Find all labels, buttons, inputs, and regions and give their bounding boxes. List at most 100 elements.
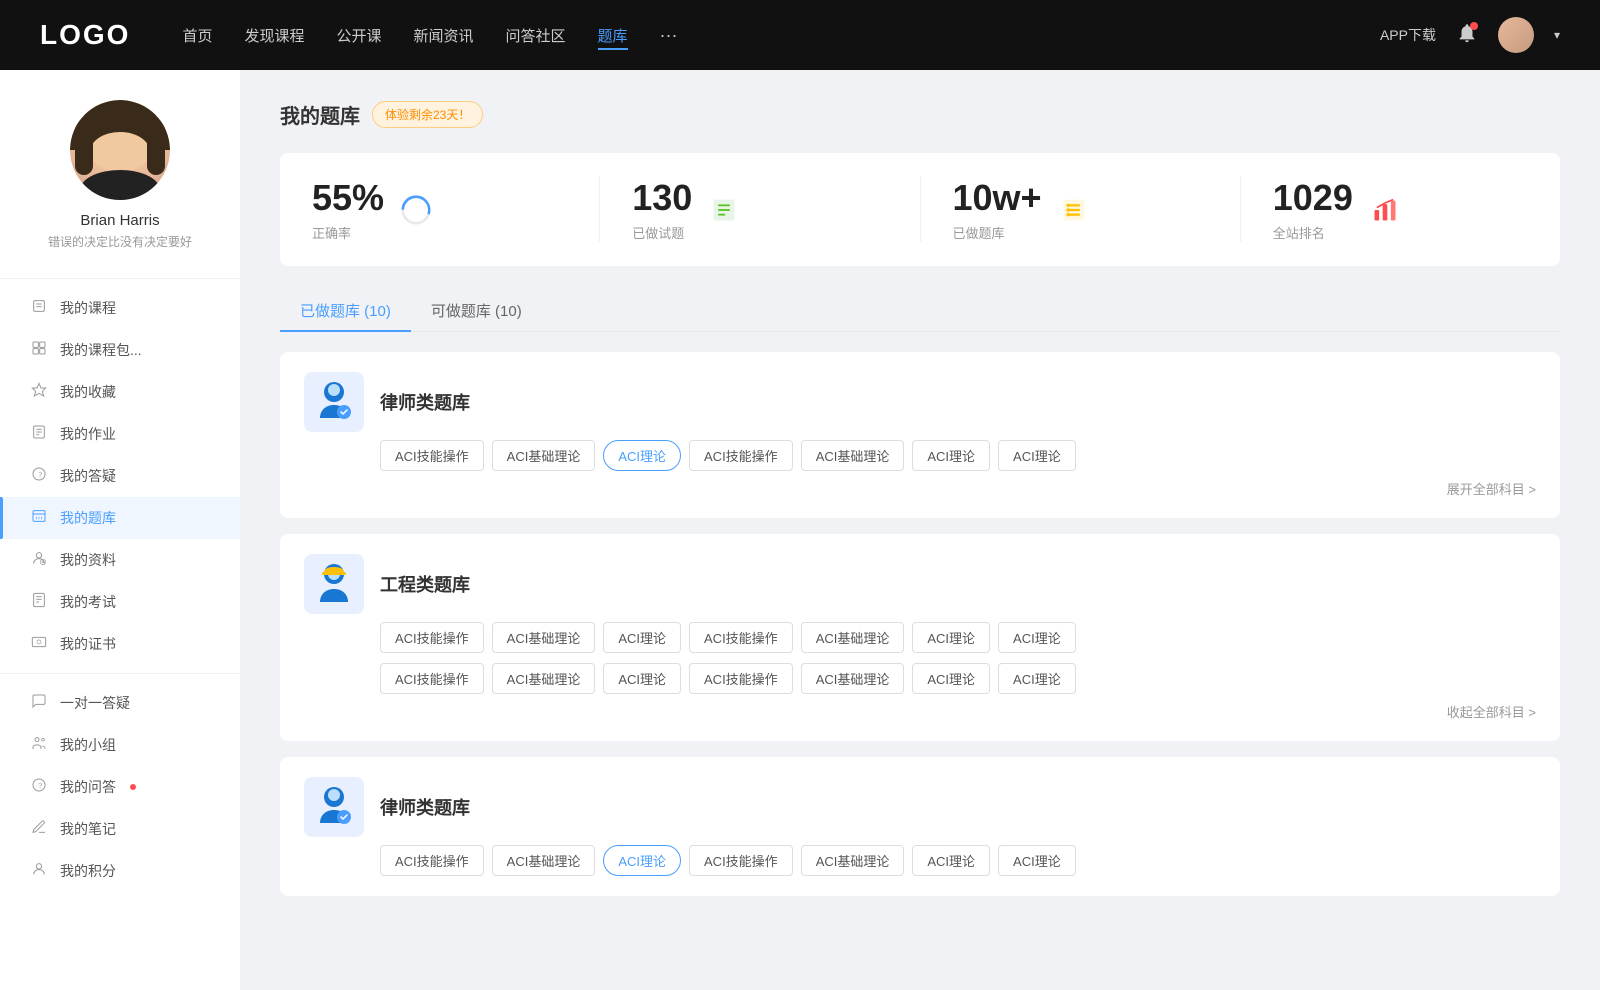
- star-icon: [30, 382, 48, 402]
- sidebar-item-points[interactable]: 我的积分: [0, 850, 240, 892]
- stat-done-banks-number: 10w+: [953, 177, 1042, 219]
- tag-2-1[interactable]: ACI基础理论: [492, 622, 596, 653]
- bank-card-title-3: 律师类题库: [380, 794, 470, 820]
- sidebar-item-notes[interactable]: 我的笔记: [0, 808, 240, 850]
- sidebar-profile: Brian Harris 错误的决定比没有决定要好: [0, 70, 240, 270]
- app-download-button[interactable]: APP下载: [1380, 25, 1436, 45]
- myqa-icon: ?: [30, 777, 48, 797]
- sidebar-label-my-courses: 我的课程: [60, 298, 116, 318]
- sidebar-item-certificate[interactable]: 我的证书: [0, 623, 240, 665]
- lawyer-icon-2: [304, 777, 364, 837]
- sidebar-item-my-courses[interactable]: 我的课程: [0, 287, 240, 329]
- sidebar-item-qa[interactable]: ? 我的答疑: [0, 455, 240, 497]
- tag-1-5[interactable]: ACI理论: [912, 440, 990, 471]
- stat-rank-label: 全站排名: [1273, 223, 1353, 242]
- nav-right: APP下载 ▾: [1380, 17, 1560, 53]
- notification-bell[interactable]: [1456, 22, 1478, 49]
- sidebar-label-myqa: 我的问答: [60, 777, 116, 797]
- exam-icon: [30, 592, 48, 612]
- nav-item-qa[interactable]: 问答社区: [506, 21, 566, 50]
- nav-item-open-course[interactable]: 公开课: [336, 21, 381, 50]
- sidebar-label-favorites: 我的收藏: [60, 382, 116, 402]
- sidebar-item-profile[interactable]: 我的资料: [0, 539, 240, 581]
- tag-3-0[interactable]: ACI技能操作: [380, 845, 484, 876]
- sidebar-label-qa: 我的答疑: [60, 466, 116, 486]
- accuracy-icon: [398, 192, 434, 228]
- nav-item-news[interactable]: 新闻资讯: [414, 21, 474, 50]
- tag-1-3[interactable]: ACI技能操作: [689, 440, 793, 471]
- tag-2-7[interactable]: ACI技能操作: [380, 663, 484, 694]
- notes-icon: [30, 819, 48, 839]
- sidebar-item-bank[interactable]: 我的题库: [0, 497, 240, 539]
- group-icon: [30, 735, 48, 755]
- tag-3-4[interactable]: ACI基础理论: [801, 845, 905, 876]
- sidebar-item-favorites[interactable]: 我的收藏: [0, 371, 240, 413]
- tag-3-5[interactable]: ACI理论: [912, 845, 990, 876]
- page-title: 我的题库: [280, 100, 360, 129]
- tag-3-3[interactable]: ACI技能操作: [689, 845, 793, 876]
- tag-1-1[interactable]: ACI基础理论: [492, 440, 596, 471]
- sidebar-label-homework: 我的作业: [60, 424, 116, 444]
- tag-2-9[interactable]: ACI理论: [603, 663, 681, 694]
- list-icon: [1056, 192, 1092, 228]
- user-avatar[interactable]: [1498, 17, 1534, 53]
- tag-2-2[interactable]: ACI理论: [603, 622, 681, 653]
- bank-card-header-2: 工程类题库: [304, 554, 1536, 614]
- tag-1-2[interactable]: ACI理论: [603, 440, 681, 471]
- sidebar-item-exam[interactable]: 我的考试: [0, 581, 240, 623]
- user-chevron[interactable]: ▾: [1554, 28, 1560, 42]
- nav-item-bank[interactable]: 题库: [598, 21, 628, 50]
- tag-3-6[interactable]: ACI理论: [998, 845, 1076, 876]
- page-header: 我的题库 体验剩余23天！: [280, 100, 1560, 129]
- tag-2-0[interactable]: ACI技能操作: [380, 622, 484, 653]
- tag-1-0[interactable]: ACI技能操作: [380, 440, 484, 471]
- qa-badge-dot: [130, 784, 136, 790]
- tag-3-1[interactable]: ACI基础理论: [492, 845, 596, 876]
- svg-text:?: ?: [38, 780, 42, 790]
- engineer-svg-icon: [310, 560, 358, 608]
- engineer-icon: [304, 554, 364, 614]
- nav-more[interactable]: ···: [660, 25, 678, 46]
- tag-2-10[interactable]: ACI技能操作: [689, 663, 793, 694]
- tab-done[interactable]: 已做题库 (10): [280, 290, 411, 331]
- collapse-link-2[interactable]: 收起全部科目 >: [304, 702, 1536, 721]
- stats-row: 55% 正确率 130 已做试题: [280, 153, 1560, 266]
- stat-done-questions-number: 130: [632, 177, 692, 219]
- sidebar-label-certificate: 我的证书: [60, 634, 116, 654]
- bank-tabs: 已做题库 (10) 可做题库 (10): [280, 290, 1560, 332]
- tag-2-5[interactable]: ACI理论: [912, 622, 990, 653]
- stat-accuracy-label: 正确率: [312, 223, 384, 242]
- main-content: 我的题库 体验剩余23天！ 55% 正确率: [240, 70, 1600, 990]
- sidebar-item-course-package[interactable]: 我的课程包...: [0, 329, 240, 371]
- tag-2-12[interactable]: ACI理论: [912, 663, 990, 694]
- tag-2-11[interactable]: ACI基础理论: [801, 663, 905, 694]
- tab-available[interactable]: 可做题库 (10): [411, 290, 542, 331]
- lawyer-svg-icon-2: [310, 783, 358, 831]
- nav-item-home[interactable]: 首页: [182, 21, 212, 50]
- sidebar-item-homework[interactable]: 我的作业: [0, 413, 240, 455]
- bank-icon: [30, 508, 48, 528]
- tag-1-6[interactable]: ACI理论: [998, 440, 1076, 471]
- expand-link-1[interactable]: 展开全部科目 >: [304, 479, 1536, 498]
- homework-icon: [30, 424, 48, 444]
- tag-2-6[interactable]: ACI理论: [998, 622, 1076, 653]
- sidebar-label-points: 我的积分: [60, 861, 116, 881]
- sidebar-username: Brian Harris: [80, 212, 159, 229]
- sidebar-label-group: 我的小组: [60, 735, 116, 755]
- tag-2-8[interactable]: ACI基础理论: [492, 663, 596, 694]
- tag-2-3[interactable]: ACI技能操作: [689, 622, 793, 653]
- sidebar-item-myqa[interactable]: ? 我的问答: [0, 766, 240, 808]
- stat-accuracy: 55% 正确率: [280, 177, 600, 242]
- sidebar-item-group[interactable]: 我的小组: [0, 724, 240, 766]
- sidebar-label-tutoring: 一对一答疑: [60, 693, 130, 713]
- tag-1-4[interactable]: ACI基础理论: [801, 440, 905, 471]
- nav-item-courses[interactable]: 发现课程: [244, 21, 304, 50]
- sidebar-label-course-package: 我的课程包...: [60, 340, 142, 360]
- tag-2-4[interactable]: ACI基础理论: [801, 622, 905, 653]
- tag-3-2[interactable]: ACI理论: [603, 845, 681, 876]
- package-icon: [30, 340, 48, 360]
- stat-done-banks-label: 已做题库: [953, 223, 1042, 242]
- sidebar-item-tutoring[interactable]: 一对一答疑: [0, 682, 240, 724]
- tag-2-13[interactable]: ACI理论: [998, 663, 1076, 694]
- stat-rank-number: 1029: [1273, 177, 1353, 219]
